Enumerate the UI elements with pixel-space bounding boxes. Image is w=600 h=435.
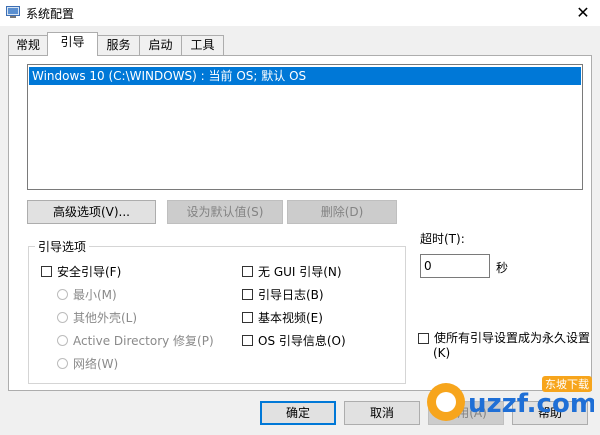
tab-tools[interactable]: 工具 <box>181 35 224 55</box>
minimal-radio[interactable]: 最小(M) <box>57 286 117 303</box>
set-default-button[interactable]: 设为默认值(S) <box>167 200 283 224</box>
checkbox-box <box>242 266 253 277</box>
checkbox-box <box>242 335 253 346</box>
checkbox-box <box>41 266 52 277</box>
window-title: 系统配置 <box>26 7 75 21</box>
delete-button[interactable]: 删除(D) <box>287 200 397 224</box>
tab-boot[interactable]: 引导 <box>47 32 98 56</box>
active-directory-label: Active Directory 修复(P) <box>73 334 214 348</box>
watermark-text: uzzf.com <box>468 389 594 419</box>
no-gui-boot-checkbox[interactable]: 无 GUI 引导(N) <box>242 263 342 280</box>
advanced-options-button[interactable]: 高级选项(V)... <box>27 200 156 224</box>
alternate-shell-label: 其他外壳(L) <box>73 311 138 325</box>
base-video-checkbox[interactable]: 基本视频(E) <box>242 309 323 326</box>
title-bar: 系统配置 ✕ <box>0 0 600 26</box>
network-radio[interactable]: 网络(W) <box>57 355 118 372</box>
tab-services[interactable]: 服务 <box>97 35 140 55</box>
checkbox-box <box>242 312 253 323</box>
make-permanent-accelerator: (K) <box>433 346 451 360</box>
timeout-unit: 秒 <box>496 261 509 275</box>
network-label: 网络(W) <box>73 357 119 371</box>
radio-circle <box>57 358 68 369</box>
watermark-tag: 东坡下载 <box>545 378 589 391</box>
tab-startup[interactable]: 启动 <box>139 35 182 55</box>
boot-log-label: 引导日志(B) <box>258 288 324 302</box>
make-permanent-checkbox[interactable]: 使所有引导设置成为永久设置 (K) <box>418 329 590 360</box>
minimal-label: 最小(M) <box>73 288 117 302</box>
alternate-shell-radio[interactable]: 其他外壳(L) <box>57 309 137 326</box>
checkbox-box <box>242 289 253 300</box>
radio-circle <box>57 335 68 346</box>
make-permanent-label: 使所有引导设置成为永久设置 <box>434 331 591 345</box>
tab-general[interactable]: 常规 <box>8 35 48 55</box>
close-icon: ✕ <box>576 3 590 22</box>
base-video-label: 基本视频(E) <box>258 311 323 325</box>
safe-boot-label: 安全引导(F) <box>57 265 122 279</box>
checkbox-box <box>418 333 429 344</box>
timeout-input[interactable]: 0 <box>420 254 490 278</box>
cancel-button[interactable]: 取消 <box>344 401 420 425</box>
radio-circle <box>57 289 68 300</box>
timeout-label: 超时(T): <box>420 232 465 246</box>
boot-options-title: 引导选项 <box>35 238 90 255</box>
boot-log-checkbox[interactable]: 引导日志(B) <box>242 286 324 303</box>
watermark-flame-core <box>436 392 456 412</box>
watermark-logo: uzzf.com 东坡下载 <box>427 376 594 421</box>
no-gui-boot-label: 无 GUI 引导(N) <box>258 265 342 279</box>
close-button[interactable]: ✕ <box>566 0 600 26</box>
os-list[interactable]: Windows 10 (C:\WINDOWS) : 当前 OS; 默认 OS <box>27 64 583 190</box>
active-directory-radio[interactable]: Active Directory 修复(P) <box>57 332 214 349</box>
os-list-item[interactable]: Windows 10 (C:\WINDOWS) : 当前 OS; 默认 OS <box>29 67 581 85</box>
safe-boot-checkbox[interactable]: 安全引导(F) <box>41 263 121 280</box>
os-boot-info-label: OS 引导信息(O) <box>258 334 346 348</box>
ok-button[interactable]: 确定 <box>260 401 336 425</box>
radio-circle <box>57 312 68 323</box>
system-config-icon <box>6 6 20 18</box>
os-boot-info-checkbox[interactable]: OS 引导信息(O) <box>242 332 346 349</box>
